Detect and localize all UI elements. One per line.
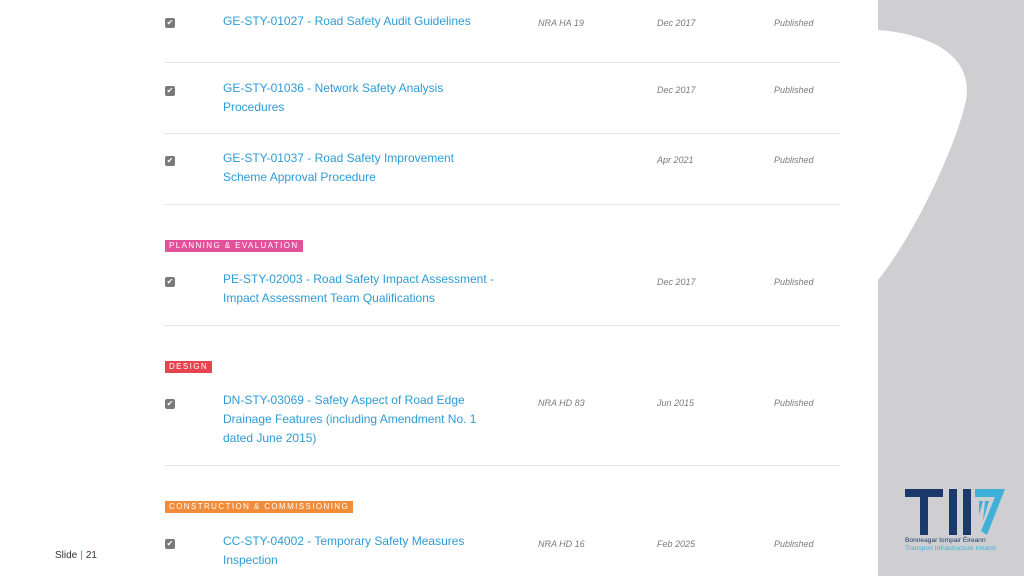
row-divider (164, 204, 840, 205)
logo-text-english: Transport Infrastructure Ireland (905, 545, 996, 552)
doc-ref: NRA HD 16 (538, 539, 585, 549)
checkbox[interactable]: ✔ (165, 156, 175, 166)
doc-ref: NRA HA 19 (538, 18, 584, 28)
doc-date: Dec 2017 (657, 18, 696, 28)
doc-link[interactable]: DN-STY-03069 - Safety Aspect of Road Edg… (223, 391, 485, 448)
slide-number: 21 (85, 550, 97, 561)
doc-status: Published (774, 18, 814, 28)
doc-link[interactable]: GE-STY-01037 - Road Safety Improvement S… (223, 149, 498, 187)
slide-label: Slide | 21 (55, 550, 97, 561)
checkbox[interactable]: ✔ (165, 86, 175, 96)
table-row: ✔ GE-STY-01037 - Road Safety Improvement… (164, 149, 840, 206)
table-row: ✔ CC-STY-04002 - Temporary Safety Measur… (164, 532, 840, 576)
doc-date: Jun 2015 (657, 398, 695, 408)
slide-text: Slide (55, 550, 78, 561)
section-tag-construction: CONSTRUCTION & COMMISSIONING (165, 501, 354, 513)
table-row: ✔ DN-STY-03069 - Safety Aspect of Road E… (164, 391, 840, 467)
table-row: ✔ GE-STY-01036 - Network Safety Analysis… (164, 79, 840, 135)
slide-separator: | (80, 550, 83, 561)
section-tag-design: DESIGN (165, 361, 213, 373)
table-row: ✔ PE-STY-02003 - Road Safety Impact Asse… (164, 270, 840, 327)
doc-link[interactable]: PE-STY-02003 - Road Safety Impact Assess… (223, 270, 508, 308)
doc-date: Feb 2025 (657, 539, 696, 549)
doc-date: Apr 2021 (657, 155, 694, 165)
doc-link[interactable]: GE-STY-01036 - Network Safety Analysis P… (223, 79, 498, 117)
doc-link[interactable]: GE-STY-01027 - Road Safety Audit Guideli… (223, 12, 498, 31)
doc-status: Published (774, 398, 814, 408)
doc-date: Dec 2017 (657, 277, 696, 287)
doc-date: Dec 2017 (657, 85, 696, 95)
doc-status: Published (774, 85, 814, 95)
table-row: ✔ GE-STY-01027 - Road Safety Audit Guide… (164, 12, 840, 64)
checkbox[interactable]: ✔ (165, 399, 175, 409)
checkbox[interactable]: ✔ (165, 18, 175, 28)
logo-text-irish: Bonneagar Iompair Éireann (905, 537, 986, 544)
doc-ref: NRA HD 83 (538, 398, 585, 408)
section-tag-planning: PLANNING & EVALUATION (165, 240, 303, 252)
row-divider (164, 62, 840, 63)
doc-link[interactable]: CC-STY-04002 - Temporary Safety Measures… (223, 532, 498, 570)
row-divider (164, 465, 840, 466)
doc-status: Published (774, 539, 814, 549)
row-divider (164, 325, 840, 326)
checkbox[interactable]: ✔ (165, 277, 175, 287)
checkbox[interactable]: ✔ (165, 539, 175, 549)
doc-status: Published (774, 155, 814, 165)
row-divider (164, 133, 840, 134)
tii-logo-icon (905, 489, 1005, 535)
doc-status: Published (774, 277, 814, 287)
